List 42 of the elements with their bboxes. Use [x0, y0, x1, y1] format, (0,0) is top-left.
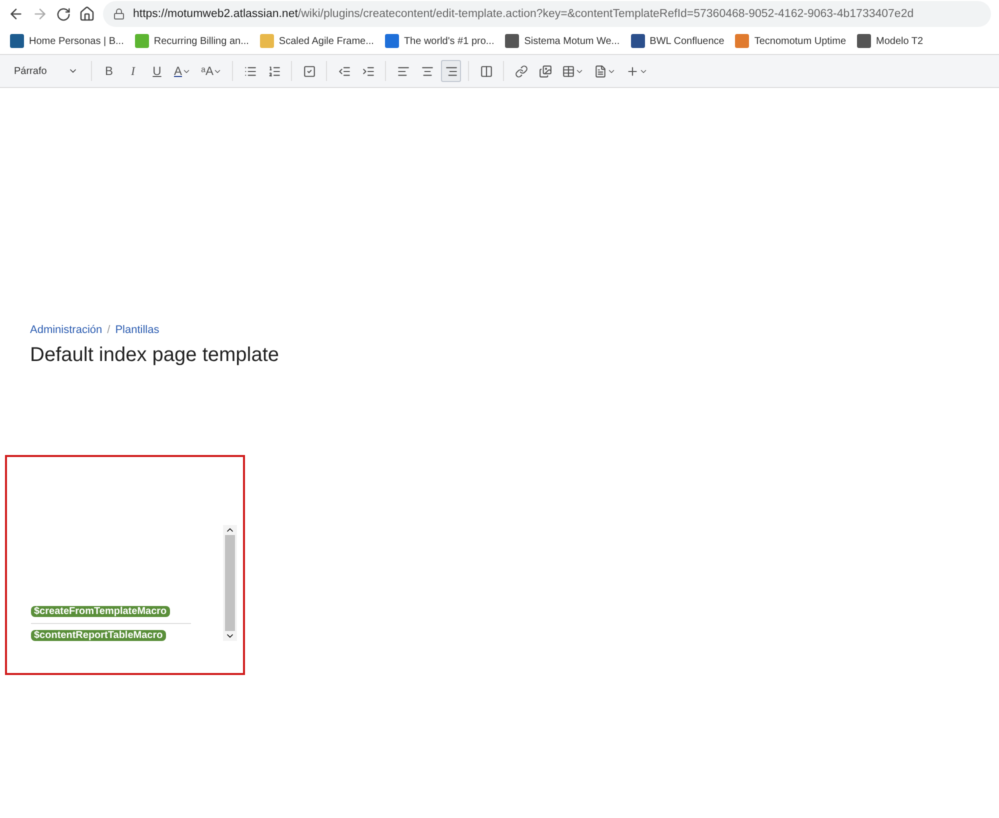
macro-placeholder[interactable]: $createFromTemplateMacro	[31, 606, 170, 617]
back-icon[interactable]	[8, 6, 24, 22]
bullets-icon	[244, 64, 257, 78]
align-left-icon	[396, 64, 410, 78]
bookmark-link[interactable]: Tecnomotum Uptime	[735, 34, 846, 48]
breadcrumb-link[interactable]: Plantillas	[115, 324, 160, 336]
outdent-icon	[338, 64, 351, 78]
color-button[interactable]: A	[171, 60, 194, 82]
bookmark-link[interactable]: Sistema Motum We...	[505, 34, 620, 48]
scrollbar[interactable]	[223, 525, 237, 641]
lock-icon	[113, 8, 125, 20]
insert-icon	[626, 64, 640, 78]
layout-icon	[480, 64, 493, 78]
underline-button[interactable]: U	[147, 60, 167, 82]
reload-icon[interactable]	[56, 6, 71, 22]
home-icon[interactable]	[79, 6, 95, 22]
page-title: Default index page template	[30, 344, 280, 367]
breadcrumb-link[interactable]: Administración	[30, 324, 102, 336]
macro-placeholder[interactable]: $contentReportTableMacro	[31, 630, 166, 641]
indent-icon	[362, 64, 375, 78]
address-bar[interactable]: https://motumweb2.atlassian.net/wiki/plugins/createcontent/edit-template.action?key=&contentTemplateRefId=57360468-9052-4162-9063-4b1733407e2d	[103, 1, 991, 27]
align-right-button[interactable]	[441, 60, 462, 82]
url-text: https://motumweb2.atlassian.net/wiki/plugins/createcontent/edit-template.action?key=&contentTemplateRefId=57360468-9052-4162-9063-4b1733407e2d	[133, 8, 914, 20]
align-center-icon	[420, 64, 434, 78]
task-icon	[302, 64, 316, 78]
format-button[interactable]: ᵃA	[198, 60, 226, 82]
bookmark-link[interactable]: Home Personas | B...	[10, 34, 124, 48]
bookmark-link[interactable]: Modelo T2	[857, 34, 924, 48]
bold-button[interactable]: B	[99, 60, 119, 82]
link-icon	[514, 64, 528, 78]
bookmark-link[interactable]: Scaled Agile Frame...	[260, 34, 374, 48]
template-icon	[594, 64, 608, 78]
align-right-icon	[444, 64, 458, 78]
image-icon	[538, 64, 552, 78]
italic-button[interactable]: I	[123, 60, 143, 82]
bookmark-link[interactable]: BWL Confluence	[630, 34, 724, 48]
breadcrumb-separator: /	[107, 324, 110, 336]
bookmark-link[interactable]: Recurring Billing an...	[134, 34, 249, 48]
paragraph-style-dropdown[interactable]: Párrafo	[8, 64, 84, 78]
bookmark-link[interactable]: The world's #1 pro...	[384, 34, 494, 48]
table-icon	[562, 64, 576, 78]
numbers-icon	[268, 64, 281, 78]
